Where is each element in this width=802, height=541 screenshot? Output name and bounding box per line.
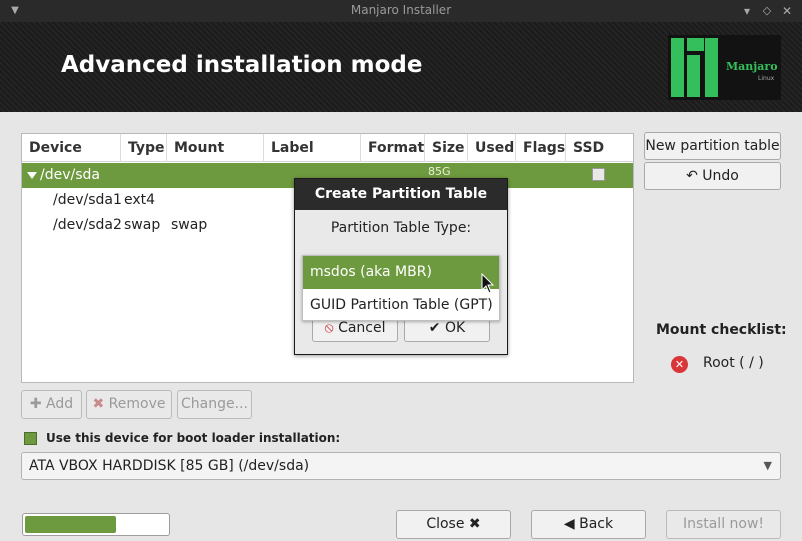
row-device: /dev/sda2 <box>53 217 122 233</box>
row-mount: swap <box>171 217 208 233</box>
window-title: Manjaro Installer <box>350 3 452 17</box>
svg-text:Linux: Linux <box>758 75 775 82</box>
column-flags[interactable]: Flags <box>515 134 565 162</box>
close-x-icon: ✖ <box>468 516 481 532</box>
close-button[interactable]: Close ✖ <box>396 510 511 539</box>
page-title: Advanced installation mode <box>61 52 423 78</box>
partition-type-label: Partition Table Type: <box>330 220 472 236</box>
dialog-title: Create Partition Table <box>295 179 507 210</box>
column-size[interactable]: Size <box>424 134 467 162</box>
progress-fill <box>25 516 116 533</box>
header-banner: Advanced installation mode Manjaro Linux <box>0 22 802 112</box>
column-label[interactable]: Label <box>263 134 360 162</box>
row-device: /dev/sda <box>40 167 100 183</box>
undo-button[interactable]: ↶ Undo <box>644 162 781 190</box>
back-button[interactable]: ◀ Back <box>531 510 646 539</box>
option-msdos[interactable]: msdos (aka MBR) <box>303 256 499 289</box>
mouse-cursor-icon <box>481 273 495 294</box>
table-header: Device Type Mount point Label Format Siz… <box>22 134 633 184</box>
manjaro-logo: Manjaro Linux <box>668 35 781 100</box>
undo-icon: ↶ <box>686 168 698 184</box>
window-titlebar: ▼ Manjaro Installer ▾ ◇ ✕ <box>0 0 802 22</box>
bootloader-checkbox[interactable] <box>24 432 37 445</box>
ssd-checkbox[interactable] <box>592 168 605 181</box>
maximize-icon[interactable]: ◇ <box>758 2 776 20</box>
remove-button[interactable]: ✖ Remove <box>86 390 172 419</box>
column-ssd[interactable]: SSD <box>565 134 633 162</box>
cancel-icon: ⦸ <box>324 320 334 336</box>
chevron-down-icon: ▼ <box>763 459 772 472</box>
column-mount-point[interactable]: Mount point <box>166 134 263 184</box>
option-gpt[interactable]: GUID Partition Table (GPT) <box>303 289 499 322</box>
selected-device: ATA VBOX HARDDISK [85 GB] (/dev/sda) <box>29 458 310 474</box>
change-button[interactable]: Change... <box>177 390 252 419</box>
column-device[interactable]: Device <box>22 134 120 162</box>
install-now-button[interactable]: Install now! <box>666 510 781 539</box>
checkmark-icon: ✔ <box>428 320 441 336</box>
mount-checklist-title: Mount checklist: <box>656 322 787 338</box>
partition-type-dropdown[interactable]: msdos (aka MBR) GUID Partition Table (GP… <box>302 255 500 321</box>
column-type[interactable]: Type <box>120 134 166 162</box>
row-type: ext4 <box>124 192 156 208</box>
install-progress-bar <box>22 513 170 536</box>
error-x-icon: ✕ <box>671 356 688 373</box>
minimize-icon[interactable]: ▾ <box>738 2 756 20</box>
row-device: /dev/sda1 <box>53 192 122 208</box>
row-type: swap <box>124 217 161 233</box>
remove-x-icon: ✖ <box>92 396 105 412</box>
add-button[interactable]: ✚ Add <box>21 390 82 419</box>
column-format[interactable]: Format <box>360 134 424 162</box>
svg-text:Manjaro: Manjaro <box>726 60 778 73</box>
new-partition-table-button[interactable]: New partition table <box>644 132 781 160</box>
mount-item-label: Root ( / ) <box>703 355 764 371</box>
bootloader-device-select[interactable]: ATA VBOX HARDDISK [85 GB] (/dev/sda) ▼ <box>21 452 781 480</box>
back-arrow-icon: ◀ <box>563 516 575 532</box>
plus-icon: ✚ <box>29 396 42 412</box>
column-used[interactable]: Used <box>467 134 515 162</box>
expand-triangle-icon[interactable] <box>27 172 37 179</box>
bootloader-checkbox-label: Use this device for boot loader installa… <box>46 431 341 445</box>
close-window-icon[interactable]: ✕ <box>778 2 796 20</box>
